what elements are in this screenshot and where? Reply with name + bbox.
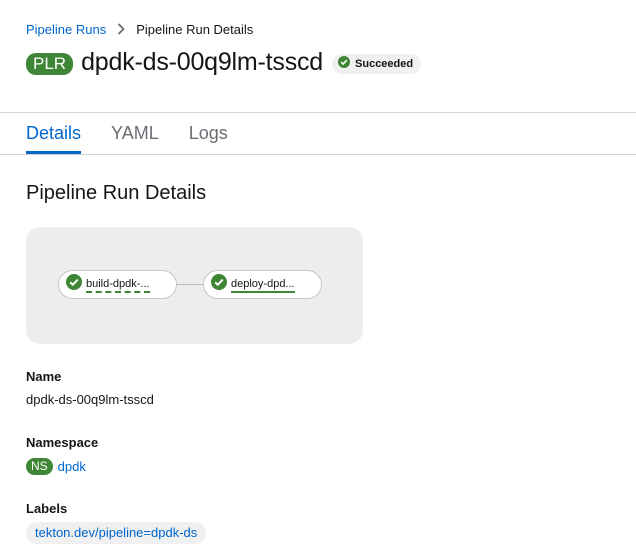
task-connector xyxy=(177,284,203,285)
pipeline-graph: build-dpdk-... deploy-dpd... xyxy=(26,227,363,344)
resource-badge: PLR xyxy=(26,52,74,75)
chevron-right-icon xyxy=(110,23,132,35)
task-node-build[interactable]: build-dpdk-... xyxy=(58,270,177,299)
tab-yaml[interactable]: YAML xyxy=(111,113,159,154)
check-circle-icon xyxy=(338,55,351,73)
task-name: build-dpdk-... xyxy=(86,277,150,293)
check-circle-icon xyxy=(211,274,227,295)
page-header: PLR dpdk-ds-00q9lm-tsscd Succeeded xyxy=(26,46,422,78)
namespace-value: NS dpdk xyxy=(26,457,86,475)
tab-logs[interactable]: Logs xyxy=(189,113,228,154)
breadcrumb-current: Pipeline Run Details xyxy=(136,21,254,37)
tabs-divider xyxy=(0,154,636,155)
status-badge: Succeeded xyxy=(332,54,422,74)
check-circle-icon xyxy=(66,274,82,295)
namespace-label: Namespace xyxy=(26,435,99,450)
page-title: dpdk-ds-00q9lm-tsscd xyxy=(81,47,324,76)
section-title: Pipeline Run Details xyxy=(26,182,207,204)
tab-details[interactable]: Details xyxy=(26,113,82,154)
namespace-badge: NS xyxy=(26,457,53,475)
breadcrumb: Pipeline Runs Pipeline Run Details xyxy=(26,20,253,38)
name-label: Name xyxy=(26,369,62,384)
status-text: Succeeded xyxy=(355,58,414,70)
task-node-deploy[interactable]: deploy-dpd... xyxy=(203,270,322,299)
labels-label: Labels xyxy=(26,501,68,516)
label-chip[interactable]: tekton.dev/pipeline=dpdk-ds xyxy=(26,522,207,544)
name-value: dpdk-ds-00q9lm-tsscd xyxy=(26,392,154,407)
breadcrumb-pipeline-runs-link[interactable]: Pipeline Runs xyxy=(26,22,106,37)
tab-bar: Details YAML Logs xyxy=(26,113,258,154)
namespace-link[interactable]: dpdk xyxy=(58,459,86,474)
task-name: deploy-dpd... xyxy=(231,277,295,293)
